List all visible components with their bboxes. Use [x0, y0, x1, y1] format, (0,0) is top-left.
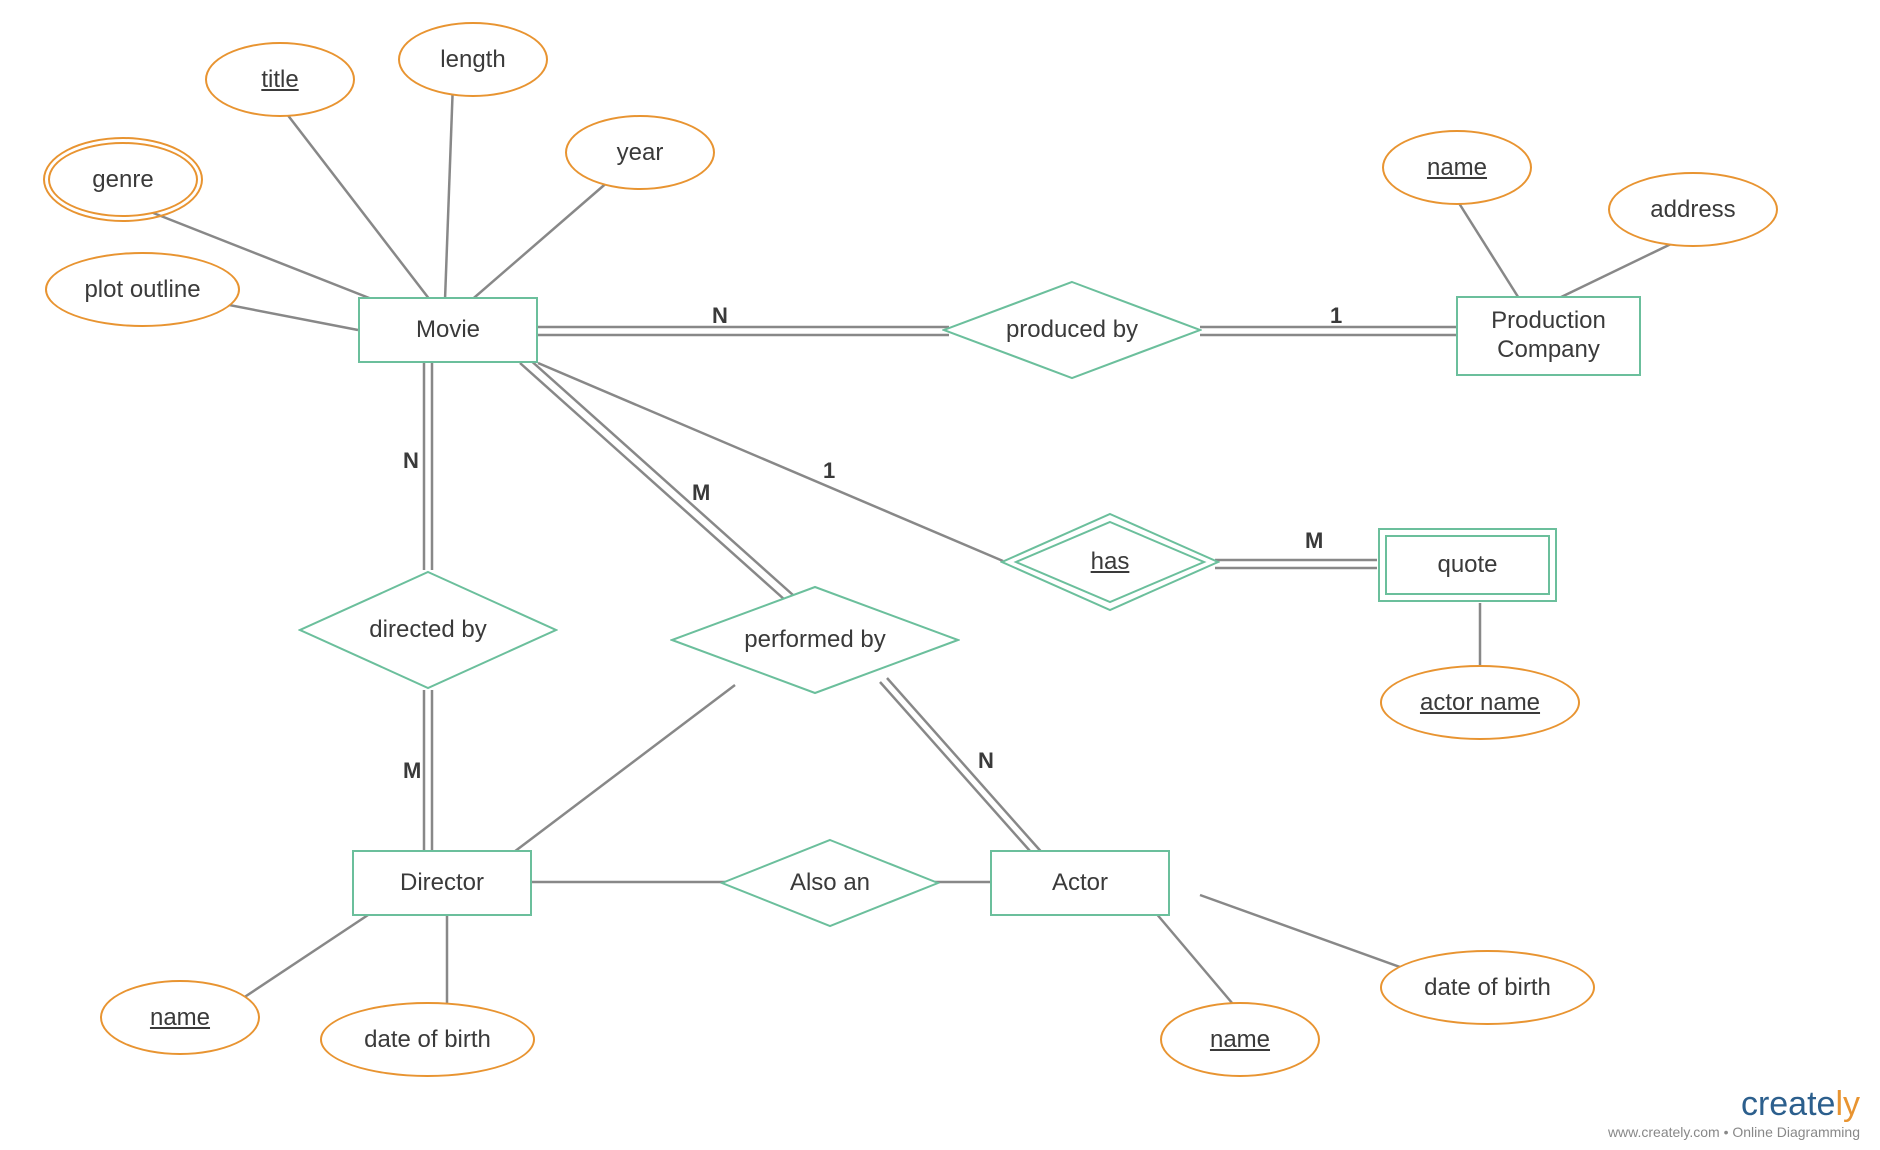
attr-label: name [150, 1004, 210, 1032]
entity-movie: Movie [358, 297, 538, 363]
entity-label: Production Company [1468, 307, 1629, 365]
entity-director: Director [352, 850, 532, 916]
attr-label: title [261, 66, 298, 94]
rel-directed-by: directed by [298, 570, 558, 690]
connector-lines [0, 0, 1880, 1150]
attr-label: actor name [1420, 689, 1540, 717]
card-actor-performed-n: N [978, 748, 994, 774]
brand-part-2: ly [1835, 1085, 1860, 1123]
attr-label: year [617, 139, 664, 167]
card-movie-produced-n: N [712, 303, 728, 329]
rel-label: performed by [744, 626, 885, 654]
attr-year: year [565, 115, 715, 190]
attr-label: plot outline [84, 276, 200, 304]
rel-has: has [1000, 512, 1220, 612]
rel-label: produced by [1006, 316, 1138, 344]
attr-label: address [1650, 196, 1735, 224]
attr-label: date of birth [1424, 974, 1551, 1002]
brand-part-1: create [1741, 1085, 1836, 1123]
attr-director-dob: date of birth [320, 1002, 535, 1077]
watermark-tagline: www.creately.com • Online Diagramming [1608, 1124, 1860, 1140]
entity-production-company: Production Company [1456, 296, 1641, 376]
entity-actor: Actor [990, 850, 1170, 916]
rel-label: directed by [369, 616, 486, 644]
attr-director-name: name [100, 980, 260, 1055]
entity-label: Actor [1052, 869, 1108, 897]
rel-performed-by: performed by [670, 585, 960, 695]
attr-label: date of birth [364, 1026, 491, 1054]
attr-label: length [440, 46, 505, 74]
attr-plot-outline: plot outline [45, 252, 240, 327]
watermark: creately www.creately.com • Online Diagr… [1608, 1085, 1860, 1140]
attr-label: name [1427, 154, 1487, 182]
watermark-brand: creately [1608, 1085, 1860, 1124]
attr-pc-name: name [1382, 130, 1532, 205]
attr-label: name [1210, 1026, 1270, 1054]
attr-genre: genre [48, 142, 198, 217]
entity-label: quote [1437, 551, 1497, 579]
attr-label: genre [92, 166, 153, 194]
attr-quote-actor-name: actor name [1380, 665, 1580, 740]
entity-label: Director [400, 869, 484, 897]
attr-actor-name: name [1160, 1002, 1320, 1077]
rel-also-an: Also an [720, 838, 940, 928]
attr-actor-dob: date of birth [1380, 950, 1595, 1025]
rel-label: Also an [790, 869, 870, 897]
entity-label: Movie [416, 316, 480, 344]
attr-pc-address: address [1608, 172, 1778, 247]
card-director-directed-m: M [403, 758, 421, 784]
card-movie-performed-m: M [692, 480, 710, 506]
card-pc-produced-1: 1 [1330, 303, 1342, 329]
card-quote-has-m: M [1305, 528, 1323, 554]
card-movie-directed-n: N [403, 448, 419, 474]
entity-quote: quote [1385, 535, 1550, 595]
attr-title: title [205, 42, 355, 117]
attr-length: length [398, 22, 548, 97]
card-movie-has-1: 1 [823, 458, 835, 484]
rel-label: has [1091, 548, 1130, 576]
rel-produced-by: produced by [942, 280, 1202, 380]
